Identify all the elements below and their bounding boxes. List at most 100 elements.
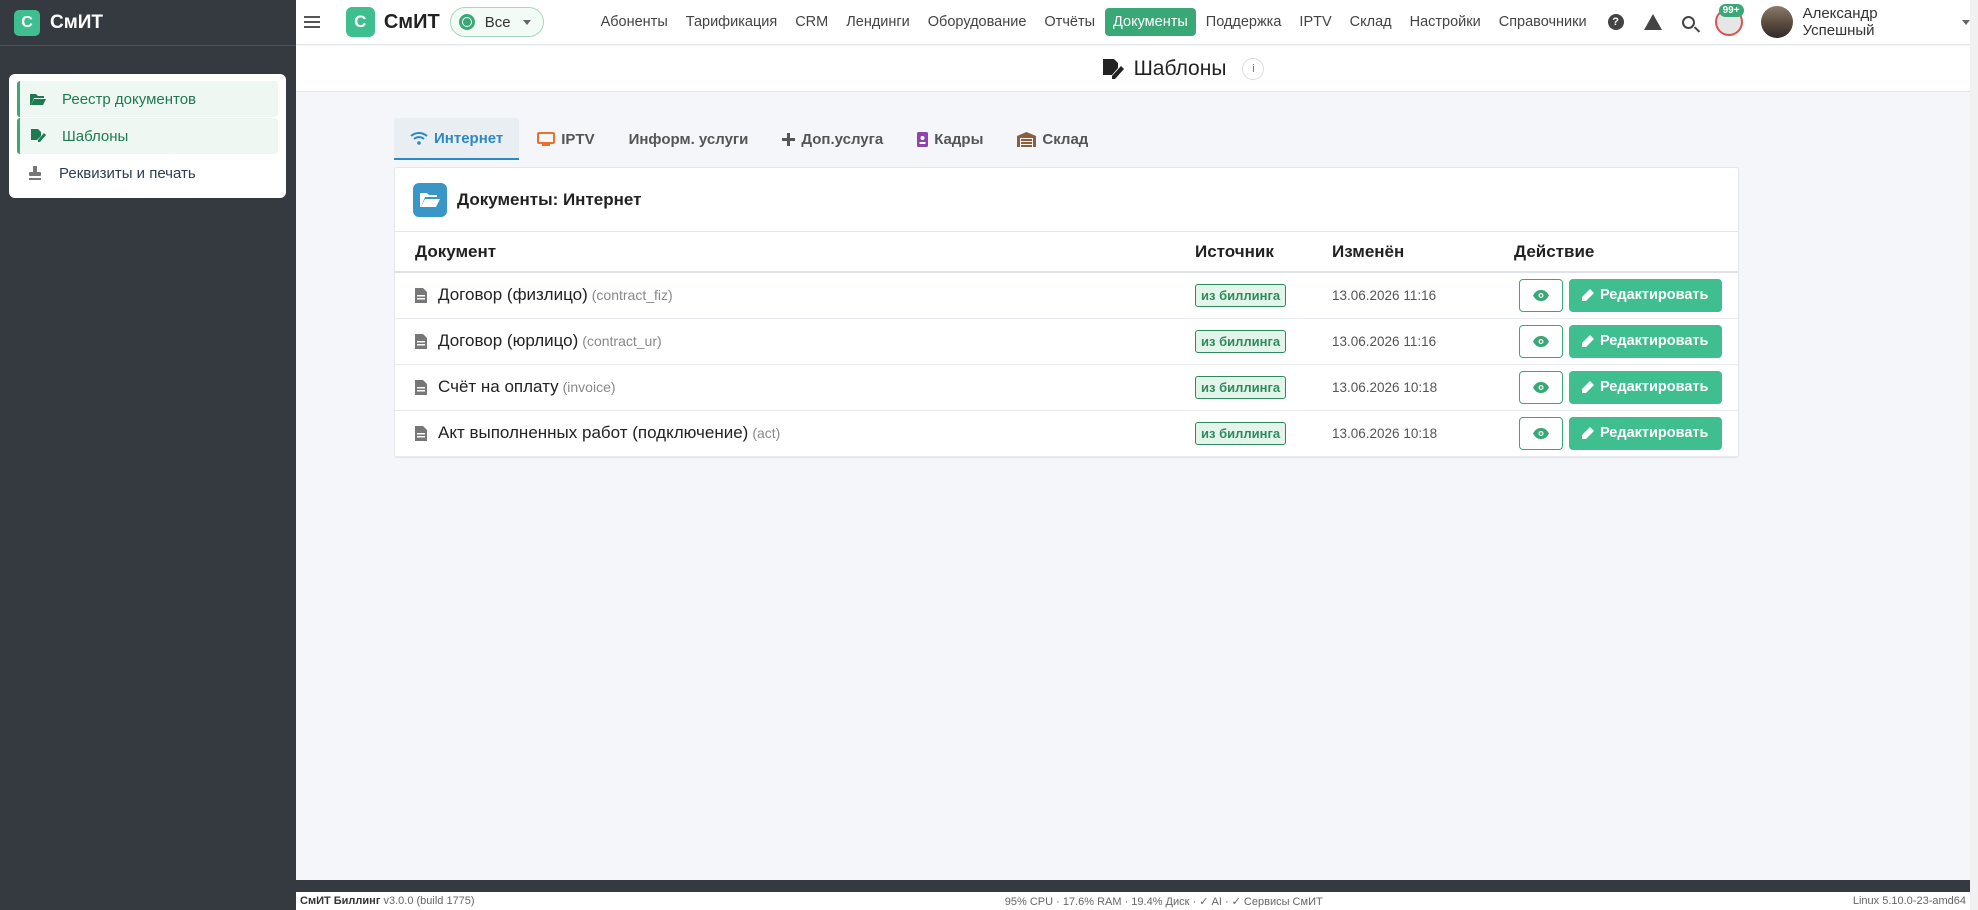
navbar-logo[interactable]: С xyxy=(345,7,375,37)
documents-table: Документ Источник Изменён Действие Догов… xyxy=(395,232,1738,457)
sidebar-item-requisites[interactable]: Реквизиты и печать xyxy=(17,155,278,191)
file-signature-icon xyxy=(1102,58,1124,79)
nav-warehouse[interactable]: Склад xyxy=(1342,8,1400,36)
page-header: Шаблоны i xyxy=(296,46,1970,92)
sidebar-menu: Реестр документов Шаблоны Реквизиты и пе… xyxy=(9,74,286,198)
view-button[interactable] xyxy=(1519,278,1563,312)
document-name: Счёт на оплату xyxy=(438,377,559,396)
file-icon xyxy=(415,287,427,303)
modified-date: 13.06.2026 11:16 xyxy=(1332,287,1437,303)
view-button[interactable] xyxy=(1519,324,1563,358)
column-header-source: Источник xyxy=(1195,232,1332,273)
modified-date: 13.06.2026 10:18 xyxy=(1332,379,1438,395)
eye-icon xyxy=(1533,289,1549,301)
nav-settings[interactable]: Настройки xyxy=(1402,8,1489,36)
sidebar-item-registry[interactable]: Реестр документов xyxy=(17,81,278,117)
document-name: Договор (юрлицо) xyxy=(438,331,579,350)
document-code: (contract_ur) xyxy=(582,333,662,349)
search-icon[interactable] xyxy=(1681,15,1695,29)
column-header-action: Действие xyxy=(1514,232,1738,273)
tab-extra-service[interactable]: Доп.услуга xyxy=(766,118,899,160)
card-title: Документы: Интернет xyxy=(457,189,642,209)
chevron-down-icon[interactable] xyxy=(1962,19,1970,25)
table-row: Акт выполненных работ (подключение) (act… xyxy=(395,410,1738,457)
nav-tariffs[interactable]: Тарификация xyxy=(678,8,785,36)
nav-support[interactable]: Поддержка xyxy=(1198,8,1290,36)
table-row: Договор (физлицо) (contract_fiz) из билл… xyxy=(395,272,1738,319)
tab-label: Склад xyxy=(1042,130,1089,148)
view-button[interactable] xyxy=(1519,370,1563,404)
sidebar-item-templates[interactable]: Шаблоны xyxy=(17,118,278,154)
plus-icon xyxy=(782,132,796,146)
navbar-brand[interactable]: СмИТ xyxy=(384,11,440,34)
pencil-icon xyxy=(1581,380,1594,394)
modified-date: 13.06.2026 10:18 xyxy=(1332,425,1438,441)
folder-open-icon xyxy=(413,182,447,217)
source-badge: из биллинга xyxy=(1195,283,1287,307)
file-signature-icon xyxy=(30,129,46,143)
notifications-button[interactable]: 99+ xyxy=(1714,4,1744,36)
nav-equipment[interactable]: Оборудование xyxy=(920,8,1035,36)
document-code: (act) xyxy=(752,425,781,441)
user-menu[interactable]: Александр Успешный xyxy=(1803,5,1950,39)
edit-button[interactable]: Редактировать xyxy=(1569,416,1723,450)
pencil-icon xyxy=(1581,426,1594,440)
eye-icon xyxy=(1533,335,1549,347)
nav-reports[interactable]: Отчёты xyxy=(1036,8,1103,36)
source-badge: из биллинга xyxy=(1195,329,1287,353)
eye-icon xyxy=(1533,427,1549,439)
column-header-document: Документ xyxy=(395,232,1195,273)
nav-iptv[interactable]: IPTV xyxy=(1291,8,1339,36)
footer: СмИТ Биллинг v3.0.0 (build 1775) 95% CPU… xyxy=(296,880,1970,910)
edit-button[interactable]: Редактировать xyxy=(1569,278,1723,312)
tab-warehouse[interactable]: Склад xyxy=(1001,118,1104,160)
warning-icon[interactable] xyxy=(1643,14,1662,30)
edit-button[interactable]: Редактировать xyxy=(1569,370,1723,404)
edit-button[interactable]: Редактировать xyxy=(1569,324,1723,358)
tab-info-services[interactable]: Информ. услуги xyxy=(613,118,765,160)
documents-card: Документы: Интернет Документ Источник Из… xyxy=(394,167,1739,458)
region-filter-select[interactable]: Все xyxy=(449,7,544,37)
navbar-icons: ? 99+ xyxy=(1607,4,1793,38)
tab-label: Доп.услуга xyxy=(801,130,884,148)
sidebar-brand[interactable]: С СмИТ xyxy=(0,0,296,46)
top-navbar: С СмИТ Все Абоненты Тарификация CRM Ленд… xyxy=(296,0,1970,45)
folder-open-icon xyxy=(30,92,46,106)
footer-os: Linux 5.10.0-23-amd64 xyxy=(1852,895,1966,907)
footer-product: СмИТ Биллинг v3.0.0 (build 1775) xyxy=(300,895,475,907)
help-icon[interactable]: ? xyxy=(1607,14,1624,30)
region-filter-value: Все xyxy=(484,13,511,31)
wifi-icon xyxy=(410,131,428,145)
footer-product-name: СмИТ Биллинг xyxy=(300,895,381,907)
main-content: Шаблоны i Интернет IPTV Информ. услуги Д… xyxy=(296,46,1970,880)
avatar[interactable] xyxy=(1760,6,1793,38)
nav-crm[interactable]: CRM xyxy=(787,8,836,36)
page-title: Шаблоны xyxy=(1133,56,1227,80)
main-nav: Абоненты Тарификация CRM Лендинги Оборуд… xyxy=(592,8,1596,36)
table-row: Счёт на оплату (invoice) из биллинга 13.… xyxy=(395,364,1738,411)
file-icon xyxy=(415,333,427,349)
warehouse-icon xyxy=(1017,131,1037,147)
sidebar-item-label: Реестр документов xyxy=(62,90,197,108)
tv-icon xyxy=(537,132,556,146)
page-scrollbar[interactable] xyxy=(1970,0,1978,910)
hamburger-icon[interactable] xyxy=(304,16,320,28)
view-button[interactable] xyxy=(1519,416,1563,450)
tab-staff[interactable]: Кадры xyxy=(901,118,999,160)
source-badge: из биллинга xyxy=(1195,375,1287,399)
pencil-icon xyxy=(1581,334,1594,348)
nav-documents[interactable]: Документы xyxy=(1105,8,1196,36)
card-header: Документы: Интернет xyxy=(395,168,1738,232)
globe-icon xyxy=(458,14,475,30)
brand-name: СмИТ xyxy=(50,11,104,33)
nav-subscribers[interactable]: Абоненты xyxy=(593,8,676,36)
nav-landings[interactable]: Лендинги xyxy=(838,8,918,36)
tab-internet[interactable]: Интернет xyxy=(394,118,520,160)
info-button[interactable]: i xyxy=(1242,57,1265,80)
nav-references[interactable]: Справочники xyxy=(1491,8,1595,36)
tab-iptv[interactable]: IPTV xyxy=(521,118,610,160)
document-name: Договор (физлицо) xyxy=(438,285,588,305)
notification-badge: 99+ xyxy=(1718,4,1744,17)
footer-version: v3.0.0 (build 1775) xyxy=(383,895,475,907)
brand-logo: С xyxy=(14,9,40,36)
